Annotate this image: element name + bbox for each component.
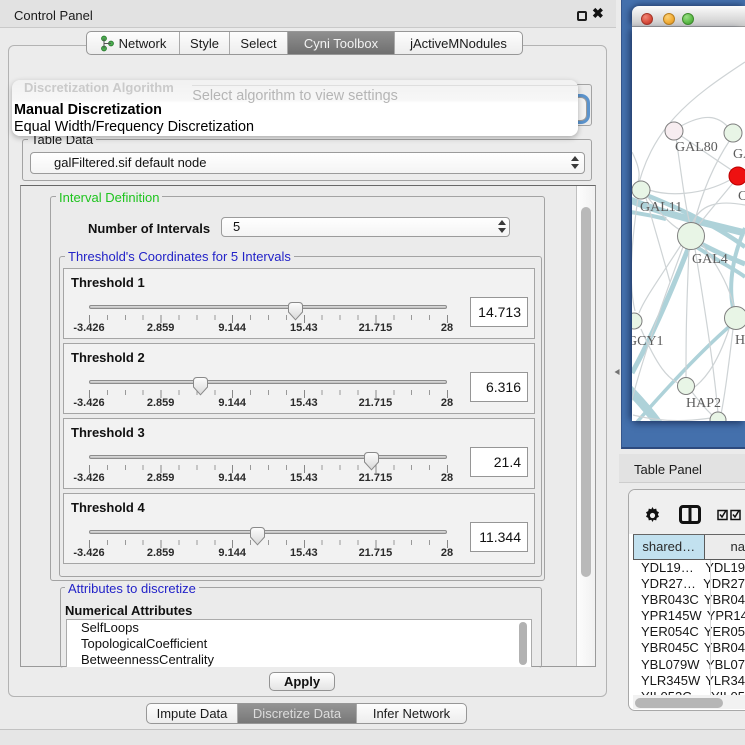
svg-text:GAL4: GAL4 (692, 252, 728, 267)
svg-text:H: H (735, 333, 745, 348)
svg-text:GAL80: GAL80 (675, 140, 718, 155)
svg-text:GAL11: GAL11 (640, 200, 682, 215)
svg-text:C: C (738, 189, 745, 204)
svg-text:GA: GA (733, 147, 745, 162)
svg-text:GCY1: GCY1 (632, 334, 664, 349)
svg-text:HAP2: HAP2 (686, 396, 721, 411)
